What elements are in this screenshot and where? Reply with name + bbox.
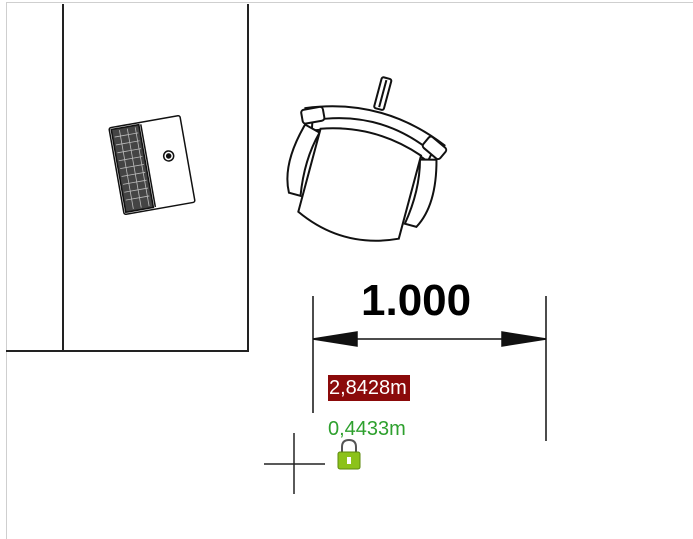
telephone-block <box>108 114 196 216</box>
length-input-field[interactable]: 2,8428m <box>328 375 410 401</box>
drawing-canvas[interactable]: 1.000 2,8428m 0,4433m <box>0 0 693 539</box>
dimension-value-label: 1.000 <box>361 276 472 325</box>
office-chair <box>286 76 448 242</box>
crosshair-cursor-icon <box>264 433 325 494</box>
dimension-arrow-right <box>501 331 547 347</box>
dimension-arrow-left <box>312 331 358 347</box>
lock-icon[interactable] <box>334 438 364 472</box>
